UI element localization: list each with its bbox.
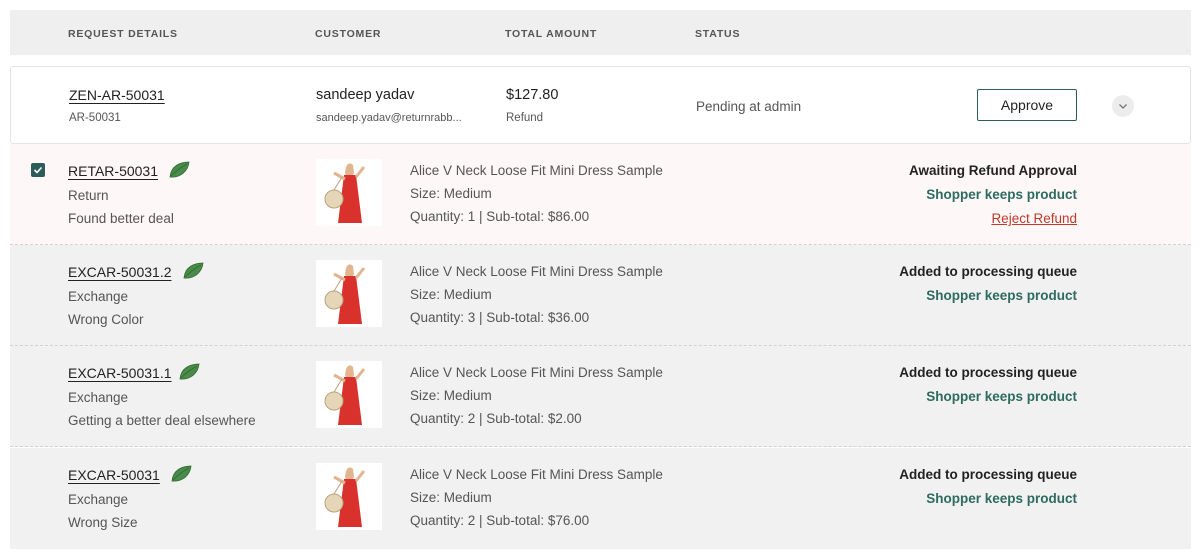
shopper-keeps-product-link[interactable]: Shopper keeps product: [926, 491, 1077, 506]
col-customer: CUSTOMER: [315, 28, 382, 40]
customer-name: sandeep yadav: [316, 87, 415, 103]
total-amount: $127.80: [506, 87, 559, 103]
product-thumbnail: [316, 260, 382, 327]
item-status: Added to processing queue: [899, 467, 1077, 482]
checkmark-icon: [33, 166, 43, 174]
product-size: Size: Medium: [410, 490, 492, 505]
col-request-details: REQUEST DETAILS: [68, 28, 178, 40]
product-thumbnail: [316, 159, 382, 226]
item-reason: Wrong Size: [68, 515, 138, 530]
item-type: Exchange: [68, 492, 129, 507]
product-quantity: Quantity: 2 | Sub-total: $2.00: [410, 411, 582, 426]
leaf-icon: [183, 262, 204, 279]
leaf-icon: [171, 465, 192, 482]
dress-image: [316, 159, 382, 226]
product-thumbnail: [316, 361, 382, 428]
col-total-amount: TOTAL AMOUNT: [505, 28, 598, 40]
item-id-link[interactable]: EXCAR-50031.1: [68, 365, 172, 381]
col-status: STATUS: [695, 28, 741, 40]
product-quantity: Quantity: 1 | Sub-total: $86.00: [410, 209, 590, 224]
product-quantity: Quantity: 2 | Sub-total: $76.00: [410, 513, 590, 528]
line-item-row: EXCAR-50031 Exchange Wrong Size Alice V …: [10, 448, 1191, 549]
line-item-row: EXCAR-50031.1 Exchange Getting a better …: [10, 346, 1191, 447]
item-reason: Getting a better deal elsewhere: [68, 413, 256, 428]
item-id-link[interactable]: EXCAR-50031.2: [68, 264, 172, 280]
product-name: Alice V Neck Loose Fit Mini Dress Sample: [410, 264, 663, 279]
request-status: Pending at admin: [696, 99, 802, 114]
product-size: Size: Medium: [410, 388, 492, 403]
product-size: Size: Medium: [410, 287, 492, 302]
item-status: Awaiting Refund Approval: [908, 163, 1077, 178]
product-name: Alice V Neck Loose Fit Mini Dress Sample: [410, 163, 663, 178]
leaf-icon: [179, 363, 200, 380]
approve-button[interactable]: Approve: [977, 89, 1077, 121]
expand-toggle[interactable]: [1112, 95, 1134, 117]
item-type: Exchange: [68, 390, 129, 405]
line-item-row: RETAR-50031 Return Found better deal Ali…: [10, 144, 1191, 245]
shopper-keeps-product-link[interactable]: Shopper keeps product: [926, 389, 1077, 404]
item-status: Added to processing queue: [899, 365, 1077, 380]
shopper-keeps-product-link[interactable]: Shopper keeps product: [926, 288, 1077, 303]
item-type: Return: [68, 188, 109, 203]
reject-refund-link[interactable]: Reject Refund: [991, 211, 1077, 226]
leaf-icon: [169, 161, 190, 178]
product-thumbnail: [316, 463, 382, 530]
product-name: Alice V Neck Loose Fit Mini Dress Sample: [410, 467, 663, 482]
customer-email: sandeep.yadav@returnrabb...: [316, 112, 462, 124]
dress-image: [316, 361, 382, 428]
item-reason: Wrong Color: [68, 312, 144, 327]
item-id-link[interactable]: EXCAR-50031: [68, 467, 160, 483]
product-name: Alice V Neck Loose Fit Mini Dress Sample: [410, 365, 663, 380]
item-id-link[interactable]: RETAR-50031: [68, 163, 158, 179]
request-summary-row: ZEN-AR-50031 AR-50031 sandeep yadav sand…: [10, 66, 1191, 144]
shopper-keeps-product-link[interactable]: Shopper keeps product: [926, 187, 1077, 202]
item-type: Exchange: [68, 289, 129, 304]
item-status: Added to processing queue: [899, 264, 1077, 279]
product-quantity: Quantity: 3 | Sub-total: $36.00: [410, 310, 590, 325]
table-header: REQUEST DETAILS CUSTOMER TOTAL AMOUNT ST…: [10, 10, 1191, 55]
dress-image: [316, 463, 382, 530]
line-item-row: EXCAR-50031.2 Exchange Wrong Color Alice…: [10, 245, 1191, 346]
request-sub-id: AR-50031: [69, 112, 121, 124]
request-id-link[interactable]: ZEN-AR-50031: [69, 87, 165, 103]
item-reason: Found better deal: [68, 211, 174, 226]
item-checkbox[interactable]: [31, 163, 45, 177]
dress-image: [316, 260, 382, 327]
amount-type: Refund: [506, 112, 544, 124]
chevron-down-icon: [1119, 104, 1127, 109]
product-size: Size: Medium: [410, 186, 492, 201]
row-divider: [10, 446, 1191, 447]
